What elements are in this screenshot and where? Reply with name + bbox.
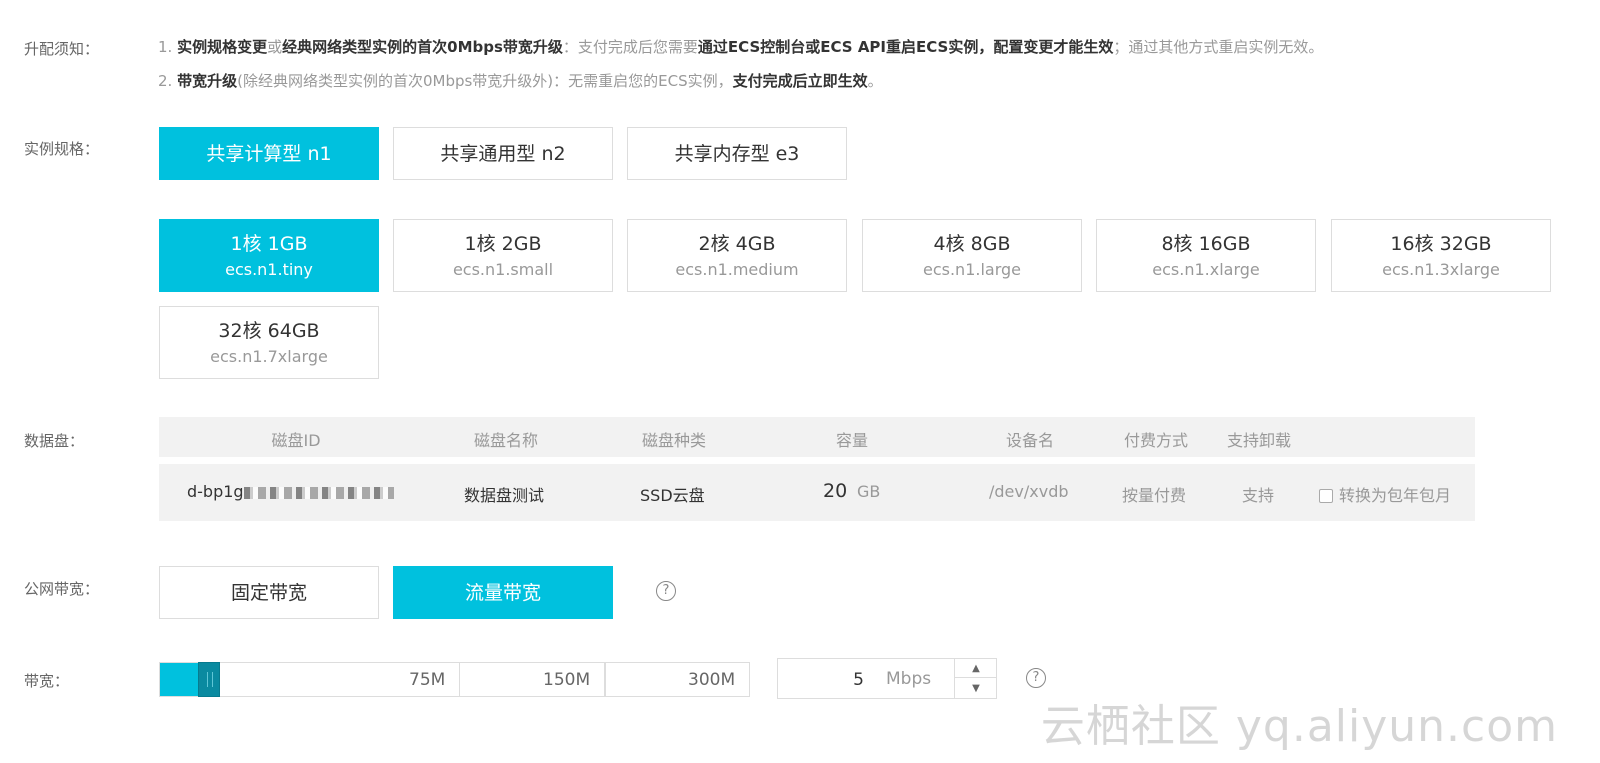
bandwidth-stepper[interactable]: 5 Mbps ▲ ▼ [777,658,997,699]
slider-segment [605,663,606,696]
family-option-label: 共享计算型 n1 [206,142,332,165]
spec-option-small[interactable]: 1核 2GB ecs.n1.small [393,219,613,292]
bandwidth-value[interactable]: 5 [778,670,864,690]
data-disk-label: 数据盘： [24,432,85,450]
disk-name-cell: 数据盘测试 [464,486,545,505]
slider-tick-label: 150M [543,670,591,690]
family-option-e3[interactable]: 共享内存型 e3 [627,127,847,180]
redacted-mask [243,486,394,499]
spec-code-label: ecs.n1.medium [675,259,799,279]
slider-tick-label: 300M [688,670,736,690]
family-option-label: 共享内存型 e3 [674,142,800,165]
bandwidth-type-traffic[interactable]: 流量带宽 [393,566,613,619]
spec-size-label: 16核 32GB [1390,232,1492,255]
spec-code-label: ecs.n1.xlarge [1152,259,1260,279]
stepper-spin: ▲ ▼ [954,659,997,698]
spec-size-label: 32核 64GB [218,319,320,342]
column-header-billing: 付费方式 [1123,431,1189,450]
spec-size-label: 4核 8GB [933,232,1011,255]
disk-id-cell: d-bp1g [187,482,394,501]
public-bandwidth-label: 公网带宽： [24,580,100,598]
family-option-n2[interactable]: 共享通用型 n2 [393,127,613,180]
capacity-value: 20 [823,480,848,502]
spec-size-label: 1核 2GB [464,232,542,255]
spec-option-tiny[interactable]: 1核 1GB ecs.n1.tiny [159,219,379,292]
bandwidth-label: 带宽： [24,672,70,690]
column-header-disk-type: 磁盘种类 [641,431,707,450]
spec-code-label: ecs.n1.small [452,259,554,279]
bandwidth-type-label: 流量带宽 [464,581,541,604]
notice-line-1: 1. 实例规格变更或经典网络类型实例的首次0Mbps带宽升级：支付完成后您需要通… [158,38,1324,56]
decrement-arrow-icon[interactable]: ▼ [955,679,997,698]
bandwidth-type-label: 固定带宽 [230,581,307,604]
detachable-cell: 支持 [1242,486,1275,505]
spec-option-medium[interactable]: 2核 4GB ecs.n1.medium [627,219,847,292]
increment-arrow-icon[interactable]: ▲ [955,659,997,678]
capacity-unit: GB [857,482,881,501]
spec-code-label: ecs.n1.large [922,259,1021,279]
instance-type-label: 实例规格： [24,140,100,158]
spec-size-label: 8核 16GB [1161,232,1251,255]
device-cell: /dev/xvdb [989,482,1069,501]
notice-line-2: 2. 带宽升级(除经典网络类型实例的首次0Mbps带宽升级外)：无需重启您的EC… [158,72,883,90]
help-icon[interactable]: ? [656,581,676,601]
bandwidth-slider[interactable]: 75M 150M 300M [159,662,750,697]
billing-cell: 按量付费 [1122,486,1187,505]
spec-size-label: 2核 4GB [698,232,776,255]
spec-code-label: ecs.n1.tiny [225,259,313,279]
column-header-disk-name: 磁盘名称 [473,431,539,450]
spec-code-label: ecs.n1.7xlarge [210,346,328,366]
column-header-capacity: 容量 [835,431,869,450]
checkbox-icon[interactable] [1319,489,1333,503]
disk-table-header: 磁盘ID 磁盘名称 磁盘种类 容量 设备名 付费方式 支持卸载 [159,417,1475,457]
column-header-disk-id: 磁盘ID [271,431,321,450]
bandwidth-unit: Mbps [886,669,932,689]
slider-tick-label: 75M [409,670,446,690]
table-row: d-bp1g 数据盘测试 SSD云盘 20 GB /dev/xvdb 按量付费 … [159,464,1475,521]
column-header-detachable: 支持卸载 [1226,431,1292,450]
spec-code-label: ecs.n1.3xlarge [1382,259,1500,279]
family-option-label: 共享通用型 n2 [440,142,566,165]
column-header-device: 设备名 [1005,431,1055,450]
convert-checkbox-label: 转换为包年包月 [1339,486,1452,505]
notice-label: 升配须知： [24,40,100,58]
disk-id-text: d-bp1g [187,482,244,501]
slider-handle[interactable] [198,662,220,697]
spec-option-7xlarge[interactable]: 32核 64GB ecs.n1.7xlarge [159,306,379,379]
bandwidth-type-fixed[interactable]: 固定带宽 [159,566,379,619]
spec-option-xlarge[interactable]: 8核 16GB ecs.n1.xlarge [1096,219,1316,292]
spec-option-large[interactable]: 4核 8GB ecs.n1.large [862,219,1082,292]
disk-type-cell: SSD云盘 [640,486,705,505]
convert-checkbox[interactable]: 转换为包年包月 [1319,482,1451,506]
spec-size-label: 1核 1GB [230,232,308,255]
help-icon[interactable]: ? [1026,668,1046,688]
watermark: 云栖社区 yq.aliyun.com [1040,701,1558,752]
family-option-n1[interactable]: 共享计算型 n1 [159,127,379,180]
spec-option-3xlarge[interactable]: 16核 32GB ecs.n1.3xlarge [1331,219,1551,292]
